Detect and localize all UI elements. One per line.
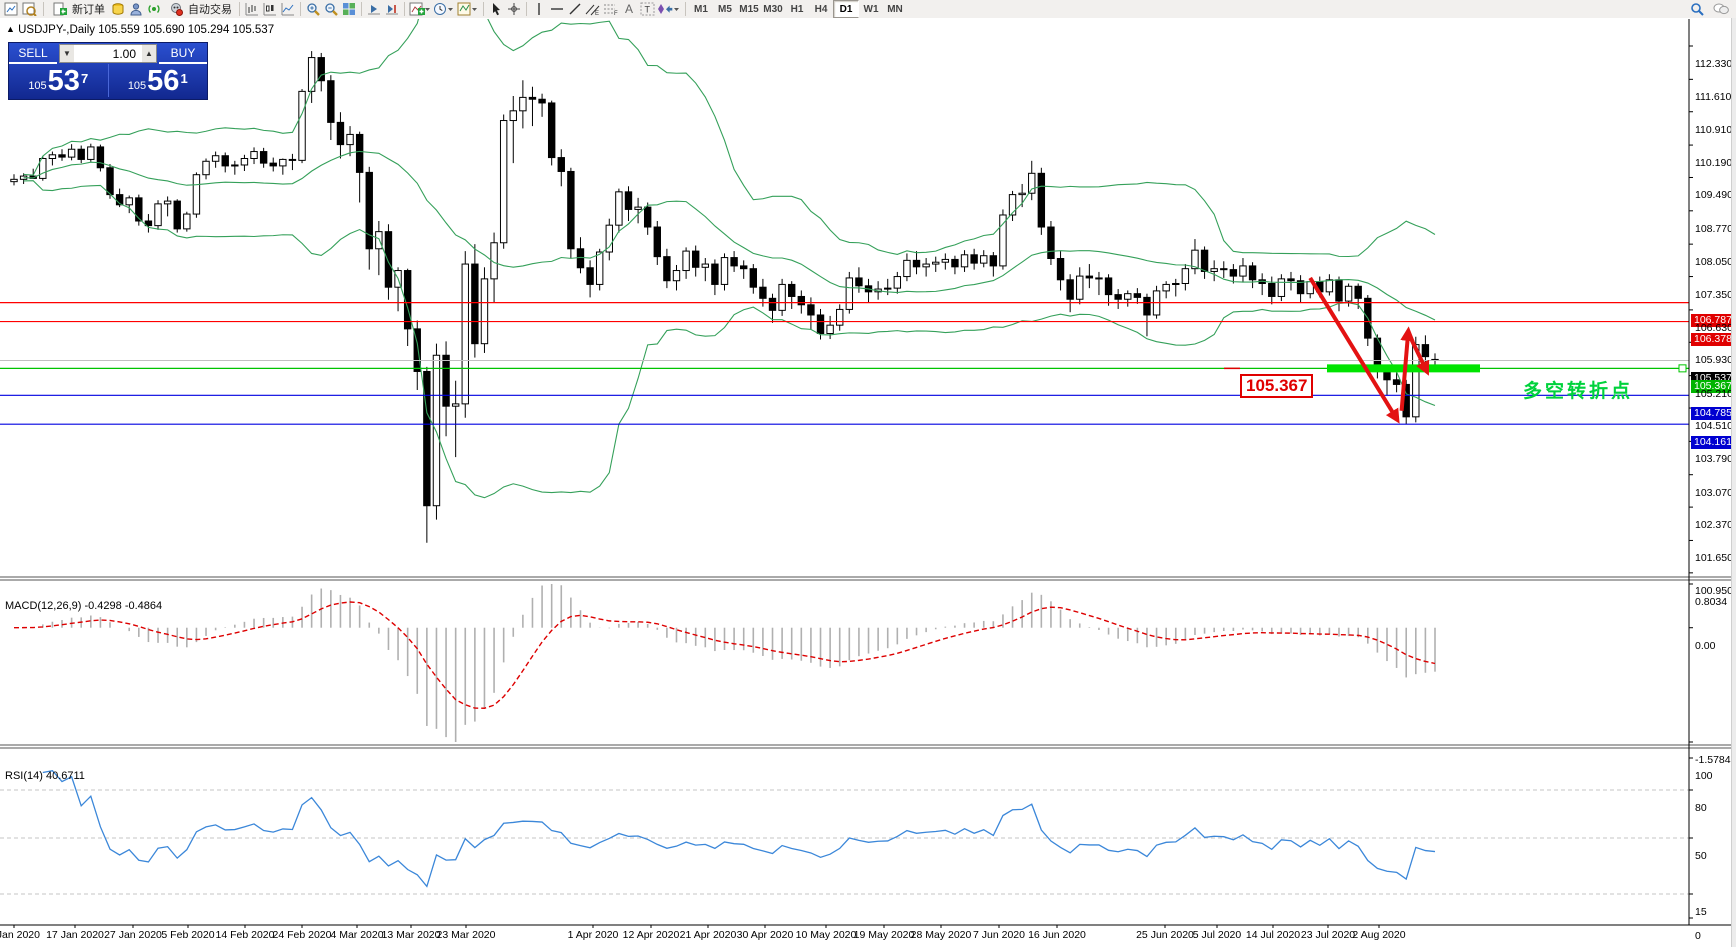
trendline-icon[interactable]: [566, 1, 584, 17]
buy-price[interactable]: 105 56 1: [108, 64, 208, 97]
candles: [11, 51, 1438, 543]
auto-trading-icon: [167, 1, 185, 17]
svg-text:T: T: [644, 5, 650, 15]
buy-price-big: 56: [147, 67, 179, 96]
buy-price-sup: 1: [180, 64, 187, 94]
text-label-icon[interactable]: T: [638, 1, 656, 17]
zoom-in-icon[interactable]: [304, 1, 322, 17]
collapse-triangle-icon[interactable]: ▲: [6, 24, 15, 34]
candlestick-mode-icon[interactable]: [261, 1, 279, 17]
text-icon[interactable]: A: [620, 1, 638, 17]
crosshair-icon[interactable]: [505, 1, 523, 17]
zoom-out-icon[interactable]: [322, 1, 340, 17]
tf-m15-button[interactable]: M15: [737, 1, 761, 17]
arrows-tool-icon[interactable]: [656, 1, 682, 17]
templates-icon[interactable]: [456, 1, 480, 17]
sell-button[interactable]: SELL: [9, 43, 57, 64]
window-scroll-strip[interactable]: [1731, 18, 1736, 947]
chart-shift-icon[interactable]: [383, 1, 401, 17]
tf-d1-button[interactable]: D1: [833, 0, 859, 18]
history-center-icon[interactable]: [109, 1, 127, 17]
sell-price[interactable]: 105 53 7: [9, 64, 108, 97]
auto-trading-button[interactable]: 自动交易: [163, 1, 236, 17]
horizontal-line-icon[interactable]: [548, 1, 566, 17]
sell-price-base: 105: [28, 76, 46, 96]
line-handle[interactable]: [1679, 365, 1686, 372]
buy-price-base: 105: [128, 76, 146, 96]
one-click-trading-panel: SELL ▼ 1.00 ▲ BUY 105 53 7 105 56 1: [8, 42, 208, 100]
trend-arrow[interactable]: [1310, 278, 1396, 419]
search-icon[interactable]: [1688, 1, 1706, 17]
mt4-window: 新订单 自动交易 E F A T: [0, 0, 1736, 947]
chart-profiles-icon[interactable]: [20, 1, 38, 17]
periods-icon[interactable]: [432, 1, 456, 17]
chart-ohlc-values: 105.559 105.690 105.294 105.537: [98, 24, 274, 36]
fibonacci-icon[interactable]: F: [602, 1, 620, 17]
macd-indicator: [14, 584, 1435, 742]
tf-mn-button[interactable]: MN: [883, 1, 907, 17]
chart-area[interactable]: 106.787106.378105.537105.367104.785104.1…: [0, 18, 1736, 947]
svg-text:F: F: [614, 11, 618, 16]
rsi-line: [43, 771, 1435, 887]
line-chart-mode-icon[interactable]: [279, 1, 297, 17]
cursor-icon[interactable]: [487, 1, 505, 17]
new-order-icon: [51, 1, 69, 17]
auto-scroll-icon[interactable]: [365, 1, 383, 17]
signals-icon[interactable]: [145, 1, 163, 17]
volume-down-button[interactable]: ▼: [60, 45, 74, 62]
chat-icon[interactable]: [1712, 1, 1730, 17]
volume-up-button[interactable]: ▲: [142, 45, 156, 62]
sell-price-big: 53: [48, 67, 80, 96]
chart-ohlc-title: ▲ USDJPY-,Daily 105.559 105.690 105.294 …: [6, 24, 274, 36]
new-chart-icon[interactable]: [2, 1, 20, 17]
buy-button[interactable]: BUY: [159, 43, 207, 64]
auto-trading-label: 自动交易: [188, 1, 232, 17]
sell-price-sup: 7: [81, 64, 88, 94]
contacts-icon[interactable]: [127, 1, 145, 17]
toolbar: 新订单 自动交易 E F A T: [0, 0, 1736, 19]
indicators-icon[interactable]: [408, 1, 432, 17]
tf-m1-button[interactable]: M1: [689, 1, 713, 17]
tf-h1-button[interactable]: H1: [785, 1, 809, 17]
tf-w1-button[interactable]: W1: [859, 1, 883, 17]
tf-m5-button[interactable]: M5: [713, 1, 737, 17]
new-order-label: 新订单: [72, 1, 105, 17]
bollinger-bands: [24, 18, 1435, 498]
tf-h4-button[interactable]: H4: [809, 1, 833, 17]
tf-m30-button[interactable]: M30: [761, 1, 785, 17]
svg-text:E: E: [595, 11, 599, 16]
vertical-line-icon[interactable]: [530, 1, 548, 17]
volume-value[interactable]: 1.00: [74, 45, 142, 62]
channel-icon[interactable]: E: [584, 1, 602, 17]
bar-chart-mode-icon[interactable]: [243, 1, 261, 17]
volume-stepper: ▼ 1.00 ▲: [59, 44, 157, 63]
new-order-button[interactable]: 新订单: [47, 1, 109, 17]
chart-symbol: USDJPY-,Daily: [18, 24, 95, 36]
tile-windows-icon[interactable]: [340, 1, 358, 17]
price-chart-canvas[interactable]: [0, 18, 1736, 947]
